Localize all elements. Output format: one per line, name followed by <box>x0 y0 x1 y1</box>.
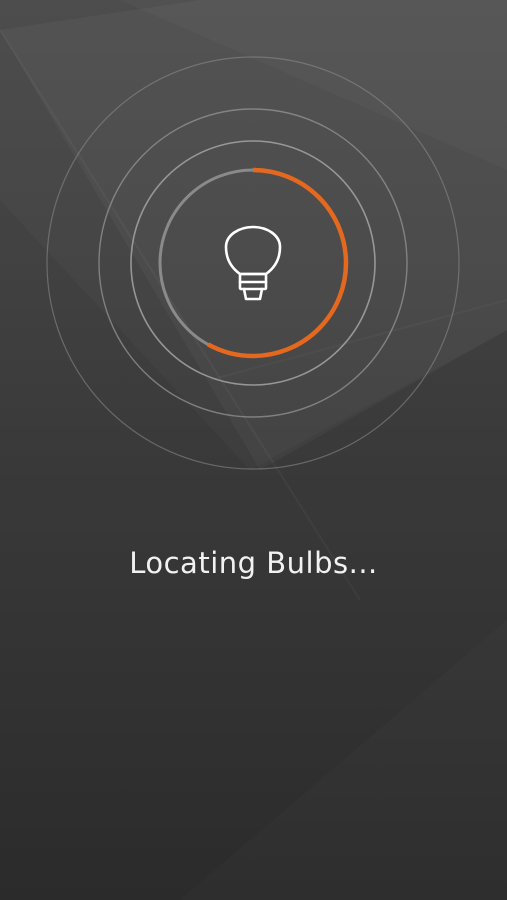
bulb-search-radar <box>46 56 460 470</box>
lightbulb-icon <box>224 225 282 301</box>
radar-ring-outer <box>46 56 460 470</box>
radar-ring-inner <box>130 140 376 386</box>
status-text: Locating Bulbs... <box>129 546 378 580</box>
radar-ring-middle <box>98 108 408 418</box>
locating-bulbs-screen: Locating Bulbs... <box>0 0 507 900</box>
